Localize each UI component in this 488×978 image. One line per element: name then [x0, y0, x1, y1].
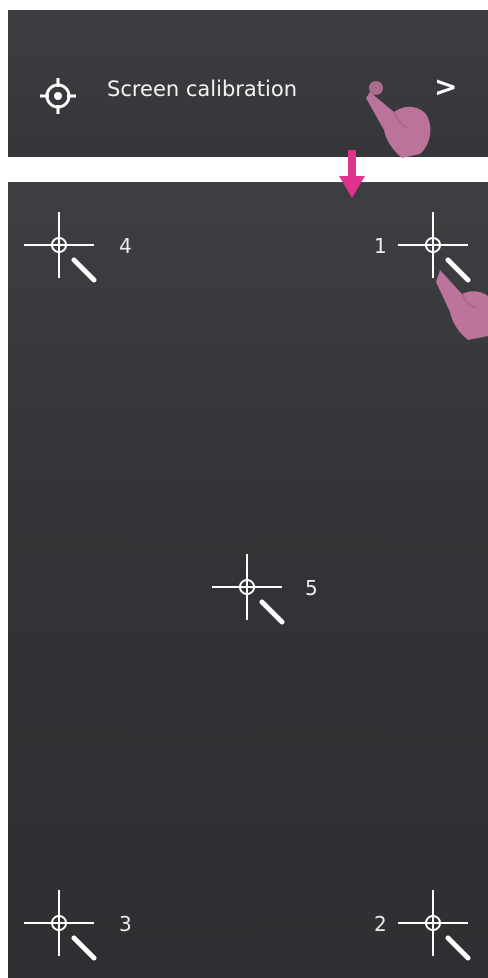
arrow-down-icon — [339, 150, 365, 198]
tap-hand-icon — [366, 81, 431, 158]
tap-hand-icon — [436, 270, 488, 340]
instruction-overlay — [339, 81, 488, 340]
